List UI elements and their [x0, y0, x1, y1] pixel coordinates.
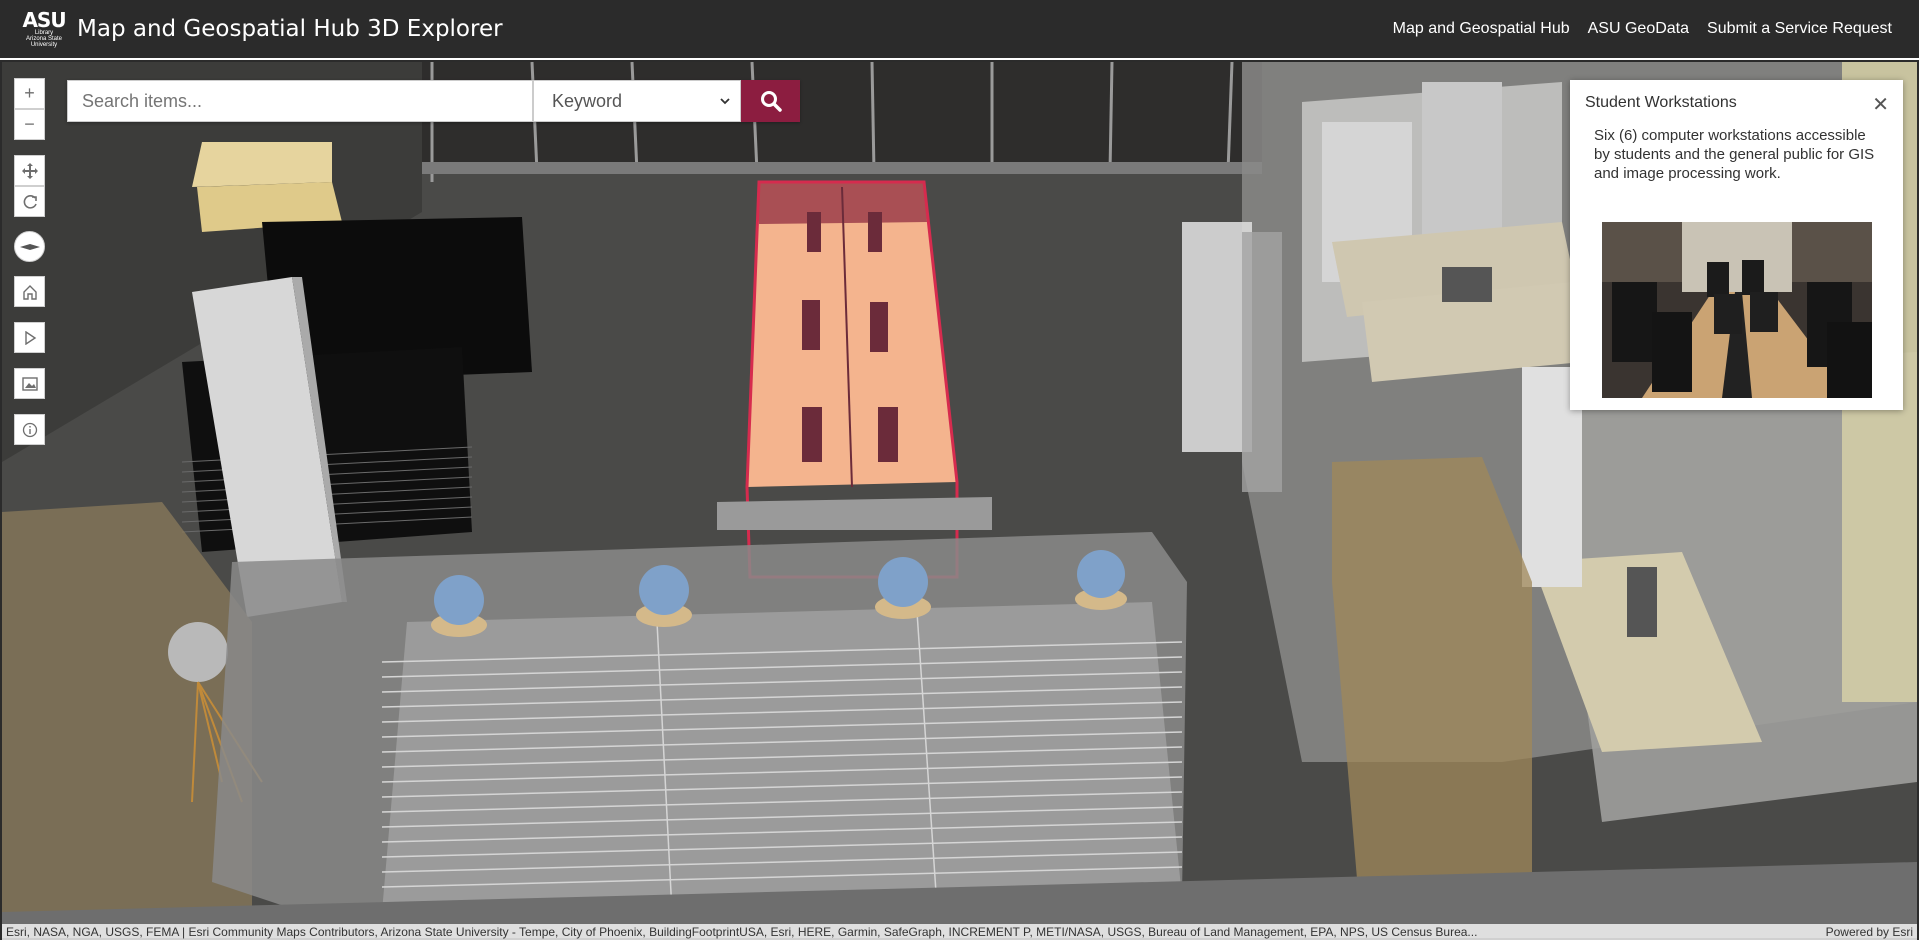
info-icon — [22, 422, 37, 437]
nav-link-service-request[interactable]: Submit a Service Request — [1707, 20, 1892, 38]
zoom-out-button[interactable]: − — [14, 109, 45, 140]
page-title: Map and Geospatial Hub 3D Explorer — [77, 16, 503, 42]
workstation-photo — [1602, 222, 1872, 398]
logo-text: ASU — [22, 8, 66, 32]
rotate-icon — [23, 194, 37, 209]
header-nav: Map and Geospatial Hub ASU GeoData Submi… — [1393, 0, 1892, 58]
info-button[interactable] — [14, 414, 45, 445]
chevron-down-icon — [720, 98, 730, 105]
pan-button[interactable] — [14, 155, 45, 186]
feature-popup: Student Workstations ✕ Six (6) computer … — [1570, 80, 1903, 410]
search-icon — [760, 91, 782, 112]
search-input[interactable] — [67, 80, 533, 122]
popup-description: Six (6) computer workstations accessible… — [1594, 127, 1875, 182]
map-toolbar: + − — [14, 78, 45, 445]
popup-image — [1602, 222, 1872, 398]
popup-title: Student Workstations — [1585, 94, 1737, 111]
attribution-bar: Esri, NASA, NGA, USGS, FEMA | Esri Commu… — [2, 924, 1917, 940]
basemap-button[interactable] — [14, 368, 45, 399]
nav-link-asu-geodata[interactable]: ASU GeoData — [1588, 20, 1689, 38]
search-bar: Keyword — [67, 80, 800, 122]
top-header: ASU Library Arizona State University Map… — [0, 0, 1919, 60]
search-mode-select[interactable]: Keyword — [533, 80, 741, 122]
asu-library-logo[interactable]: ASU Library Arizona State University — [20, 3, 68, 55]
pan-icon — [21, 162, 38, 179]
nav-link-geospatial-hub[interactable]: Map and Geospatial Hub — [1393, 20, 1570, 38]
zoom-in-button[interactable]: + — [14, 78, 45, 109]
play-icon — [24, 330, 36, 345]
powered-by-esri[interactable]: Powered by Esri — [1826, 924, 1913, 940]
search-button[interactable] — [741, 80, 800, 122]
compass-icon — [19, 243, 40, 250]
image-icon — [21, 376, 38, 391]
compass-button[interactable] — [14, 231, 45, 262]
rotate-button[interactable] — [14, 186, 45, 217]
search-mode-value: Keyword — [552, 90, 623, 111]
logo-university: University — [30, 42, 58, 48]
home-button[interactable] — [14, 276, 45, 307]
close-icon[interactable]: ✕ — [1872, 92, 1889, 117]
home-icon — [22, 284, 37, 300]
play-button[interactable] — [14, 322, 45, 353]
attribution-credits[interactable]: Esri, NASA, NGA, USGS, FEMA | Esri Commu… — [6, 924, 1796, 940]
